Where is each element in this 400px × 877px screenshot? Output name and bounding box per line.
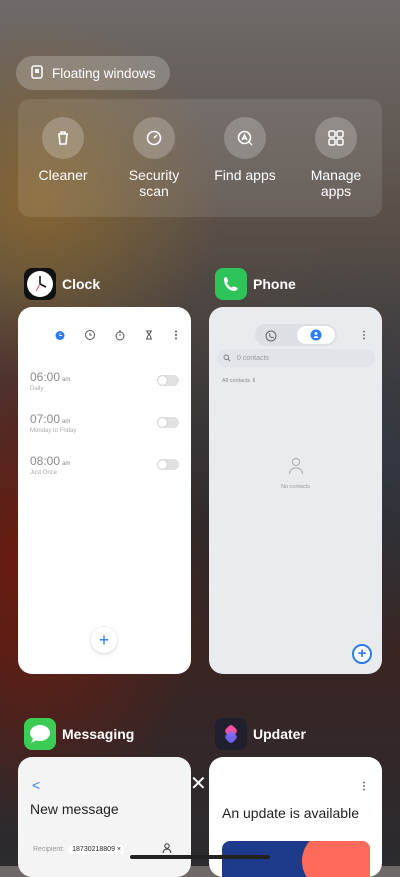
world-clock-tab-icon[interactable]	[84, 329, 96, 341]
find-apps-icon	[224, 117, 266, 159]
stopwatch-tab-icon[interactable]	[114, 329, 126, 341]
find-apps-label: Find apps	[214, 167, 276, 183]
manage-apps-icon	[315, 117, 357, 159]
alarm-tab-icon[interactable]	[54, 329, 66, 341]
alarm-toggle[interactable]	[157, 375, 179, 386]
phone-app-header[interactable]: Phone	[215, 268, 296, 300]
manage-apps-label: Manage apps	[310, 167, 362, 199]
cleaner-button[interactable]: Cleaner	[18, 117, 108, 183]
alarm-toggle[interactable]	[157, 417, 179, 428]
floating-window-icon	[30, 64, 44, 82]
search-placeholder: 0 contacts	[237, 354, 269, 362]
messaging-app-icon	[24, 718, 56, 750]
phone-segment-control	[255, 324, 337, 346]
manage-apps-button[interactable]: Manage apps	[291, 117, 381, 199]
floating-windows-label: Floating windows	[52, 65, 156, 81]
close-icon[interactable]: ✕	[190, 774, 207, 794]
cleaner-label: Cleaner	[38, 167, 88, 183]
no-contacts-text: No contacts	[280, 484, 311, 490]
phone-app-icon	[215, 268, 247, 300]
person-icon	[288, 458, 303, 475]
trash-icon	[42, 117, 84, 159]
clock-tabs	[54, 329, 179, 341]
update-banner-image	[222, 841, 370, 877]
alarm-item[interactable]: 08:00 am Just Once	[30, 454, 70, 476]
contacts-tab[interactable]	[297, 326, 335, 344]
more-options-icon[interactable]	[173, 329, 179, 341]
recents-tab-icon[interactable]	[265, 329, 277, 347]
contacts-filter[interactable]: All contacts ⇕	[222, 378, 256, 384]
clock-app-name: Clock	[62, 276, 101, 292]
recipient-chip[interactable]: 18730218809 ×	[69, 845, 125, 854]
contact-picker-icon[interactable]	[161, 842, 173, 854]
back-icon[interactable]: <	[32, 777, 40, 793]
updater-app-icon	[215, 718, 247, 750]
phone-app-card[interactable]: 0 contacts All contacts ⇕ No contacts +	[209, 307, 382, 674]
security-scan-label: Security scan	[128, 167, 180, 199]
more-options-icon[interactable]	[362, 781, 366, 791]
search-icon	[223, 354, 231, 362]
security-scan-button[interactable]: Security scan	[109, 117, 199, 199]
alarm-item[interactable]: 06:00 am Daily	[30, 370, 70, 392]
quick-actions-panel: Cleaner Security scan Find apps Manage a…	[18, 99, 382, 217]
updater-app-name: Updater	[253, 726, 306, 742]
new-message-title: New message	[30, 801, 119, 817]
clock-app-header[interactable]: Clock	[24, 268, 100, 300]
alarm-item[interactable]: 07:00 am Monday to Friday	[30, 412, 76, 434]
messaging-app-header[interactable]: Messaging	[24, 718, 134, 750]
security-scan-icon	[133, 117, 175, 159]
update-available-title: An update is available	[222, 805, 359, 821]
messaging-app-card[interactable]: < New message Recipient: 18730218809 ×	[18, 757, 191, 877]
clock-app-icon	[24, 268, 56, 300]
contacts-tab-icon	[310, 329, 322, 341]
updater-app-header[interactable]: Updater	[215, 718, 306, 750]
find-apps-button[interactable]: Find apps	[200, 117, 290, 183]
sort-icon: ⇕	[251, 378, 257, 384]
recipient-label: Recipient:	[33, 846, 65, 853]
recipient-row: Recipient: 18730218809 ×	[33, 845, 125, 854]
floating-windows-button[interactable]: Floating windows	[16, 56, 170, 90]
messaging-app-name: Messaging	[62, 726, 135, 742]
gesture-bar[interactable]	[130, 855, 270, 859]
timer-tab-icon[interactable]	[143, 329, 155, 341]
empty-state: No contacts	[209, 457, 382, 490]
updater-app-card[interactable]: An update is available	[209, 757, 382, 877]
add-contact-button[interactable]: +	[352, 644, 372, 664]
contacts-search-input[interactable]: 0 contacts	[217, 349, 375, 367]
more-options-icon[interactable]	[362, 330, 366, 340]
alarm-toggle[interactable]	[157, 459, 179, 470]
clock-app-card[interactable]: 06:00 am Daily 07:00 am Monday to Friday 0…	[18, 307, 191, 674]
add-alarm-button[interactable]: +	[91, 627, 117, 653]
phone-app-name: Phone	[253, 276, 296, 292]
